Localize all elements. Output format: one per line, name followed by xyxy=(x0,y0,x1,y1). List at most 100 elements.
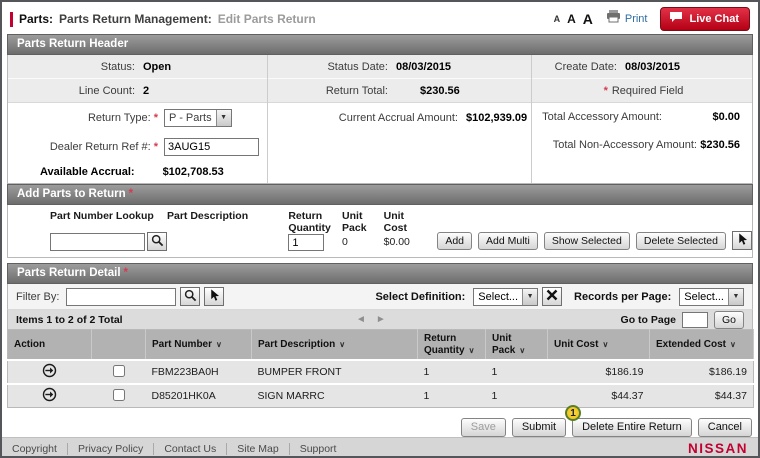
filter-input[interactable] xyxy=(66,287,177,306)
return-total-label: Return Total: xyxy=(325,84,388,97)
footer-link-copyright[interactable]: Copyright xyxy=(12,443,67,455)
part-number-lookup-input[interactable] xyxy=(50,232,145,251)
total-non-accessory-label: Total Non-Accessory Amount: xyxy=(552,139,697,151)
search-icon xyxy=(151,234,164,250)
footer-link-contact-us[interactable]: Contact Us xyxy=(153,442,226,455)
part-lookup-search-button[interactable] xyxy=(147,232,167,251)
unit-cost-label: Unit Cost xyxy=(383,210,407,235)
breadcrumb: Parts: Parts Return Management: Edit Par… xyxy=(10,11,316,27)
add-button[interactable]: Add xyxy=(437,232,473,250)
dealer-ref-input[interactable] xyxy=(164,137,259,156)
status-value: Open xyxy=(143,60,172,73)
header-column-left: Status: Open Line Count: 2 Return Type: *… xyxy=(8,55,268,183)
items-summary: Items 1 to 2 of 2 Total xyxy=(16,313,123,326)
status-label: Status: xyxy=(100,60,135,73)
cell-return-quantity: 1 xyxy=(417,383,486,408)
dealer-ref-label: Dealer Return Ref #: * xyxy=(49,140,158,153)
return-quantity-input[interactable] xyxy=(288,234,325,251)
parts-return-header-bar: Parts Return Header xyxy=(7,34,753,55)
parts-return-header-body: Status: Open Line Count: 2 Return Type: *… xyxy=(7,55,753,184)
return-total-value: $230.56 xyxy=(420,84,460,97)
add-multi-button[interactable]: Add Multi xyxy=(478,232,538,250)
chevron-down-icon: ▼ xyxy=(215,109,231,126)
total-non-accessory-value: $230.56 xyxy=(700,139,740,151)
column-header-action: Action xyxy=(7,329,92,360)
cell-unit-pack: 1 xyxy=(485,359,548,384)
font-size-large-button[interactable]: A xyxy=(583,11,593,27)
filter-pointer-button[interactable] xyxy=(204,287,225,306)
line-count-value: 2 xyxy=(143,84,150,97)
table-row: D85201HK0A SIGN MARRC 1 1 $44.37 $44.37 xyxy=(7,383,754,408)
chevron-down-icon: ▼ xyxy=(728,288,743,305)
column-header-unit-cost[interactable]: Unit Cost ∨ xyxy=(547,329,650,360)
records-per-page-label: Records per Page: xyxy=(574,290,672,303)
pagination: ◄ ► xyxy=(356,314,386,325)
total-accessory-label: Total Accessory Amount: xyxy=(542,111,662,123)
top-tools: A A A Print Live Chat xyxy=(554,7,750,31)
clear-definition-button[interactable] xyxy=(542,287,563,306)
breadcrumb-app: Parts: xyxy=(19,12,54,26)
current-accrual-value: $102,939.09 xyxy=(466,111,528,124)
items-bar: Items 1 to 2 of 2 Total ◄ ► Go to Page G… xyxy=(7,309,753,329)
show-selected-button[interactable]: Show Selected xyxy=(543,232,630,250)
return-type-select[interactable]: P - Parts ▼ xyxy=(164,108,232,127)
delete-entire-return-button[interactable]: Delete Entire Return xyxy=(572,418,692,437)
go-button[interactable]: Go xyxy=(713,310,744,329)
footer-link-support[interactable]: Support xyxy=(288,442,347,455)
cancel-button[interactable]: Cancel xyxy=(697,417,752,437)
delete-selected-button[interactable]: Delete Selected xyxy=(635,232,726,250)
save-button[interactable]: Save xyxy=(460,417,506,437)
parts-return-header-title: Parts Return Header xyxy=(17,38,129,50)
filter-search-button[interactable] xyxy=(180,287,201,306)
cursor-pointer-icon xyxy=(208,288,221,305)
return-type-selected-value: P - Parts xyxy=(169,111,212,124)
create-date-value: 08/03/2015 xyxy=(625,60,681,73)
column-header-part-number[interactable]: Part Number ∨ xyxy=(145,329,252,360)
available-accrual-value: $102,708.53 xyxy=(162,166,224,178)
sort-icon: ∨ xyxy=(602,339,609,349)
select-definition-select[interactable]: Select... ▼ xyxy=(473,287,539,306)
live-chat-button[interactable]: Live Chat xyxy=(660,7,750,31)
table-header-row: Action Part Number ∨ Part Description ∨ Re… xyxy=(7,329,754,360)
records-per-page-select[interactable]: Select... ▼ xyxy=(679,287,744,306)
pointer-select-button[interactable] xyxy=(732,231,752,250)
header-column-middle: Status Date: 08/03/2015 Return Total: $2… xyxy=(268,55,532,183)
go-to-page-label: Go to Page xyxy=(620,313,676,326)
chevron-down-icon: ▼ xyxy=(522,288,538,305)
font-size-medium-button[interactable]: A xyxy=(567,12,576,26)
column-header-unit-pack[interactable]: Unit Pack ∨ xyxy=(485,329,548,360)
next-page-icon[interactable]: ► xyxy=(376,314,386,325)
live-chat-label: Live Chat xyxy=(689,12,739,25)
column-header-return-quantity[interactable]: Return Quantity ∨ xyxy=(417,329,486,360)
cell-part-description: BUMPER FRONT xyxy=(251,359,418,384)
cell-unit-pack: 1 xyxy=(485,383,548,408)
row-action-go-icon[interactable] xyxy=(42,363,57,381)
part-description-label: Part Description xyxy=(167,210,249,222)
cell-extended-cost: $186.19 xyxy=(649,359,754,384)
top-bar: Parts: Parts Return Management: Edit Par… xyxy=(2,2,758,34)
total-accessory-value: $0.00 xyxy=(712,111,740,123)
row-action-go-icon[interactable] xyxy=(42,387,57,405)
cell-unit-cost: $186.19 xyxy=(547,359,650,384)
print-button[interactable]: Print xyxy=(606,10,647,28)
records-per-page-value: Select... xyxy=(684,290,724,303)
create-date-label: Create Date: xyxy=(554,60,617,73)
font-size-small-button[interactable]: A xyxy=(554,14,561,24)
detail-title: Parts Return Detail xyxy=(17,267,121,279)
previous-page-icon[interactable]: ◄ xyxy=(356,314,366,325)
row-select-checkbox[interactable] xyxy=(112,364,125,377)
go-to-page-input[interactable] xyxy=(681,311,708,328)
sort-icon: ∨ xyxy=(468,345,475,355)
add-parts-header-bar: Add Parts to Return * xyxy=(7,184,753,205)
return-quantity-label: Return Quantity xyxy=(288,210,331,235)
submit-button[interactable]: Submit xyxy=(511,417,567,437)
row-select-checkbox[interactable] xyxy=(112,388,125,401)
table-row: FBM223BA0H BUMPER FRONT 1 1 $186.19 $186… xyxy=(7,359,754,384)
column-header-part-description[interactable]: Part Description ∨ xyxy=(251,329,418,360)
footer-link-site-map[interactable]: Site Map xyxy=(226,442,288,455)
column-header-extended-cost[interactable]: Extended Cost ∨ xyxy=(649,329,754,360)
add-parts-body: Part Number Lookup Part Description Retu… xyxy=(7,205,753,258)
unit-cost-value: $0.00 xyxy=(383,236,410,248)
cross-icon xyxy=(546,289,558,304)
footer-link-privacy-policy[interactable]: Privacy Policy xyxy=(66,442,153,455)
